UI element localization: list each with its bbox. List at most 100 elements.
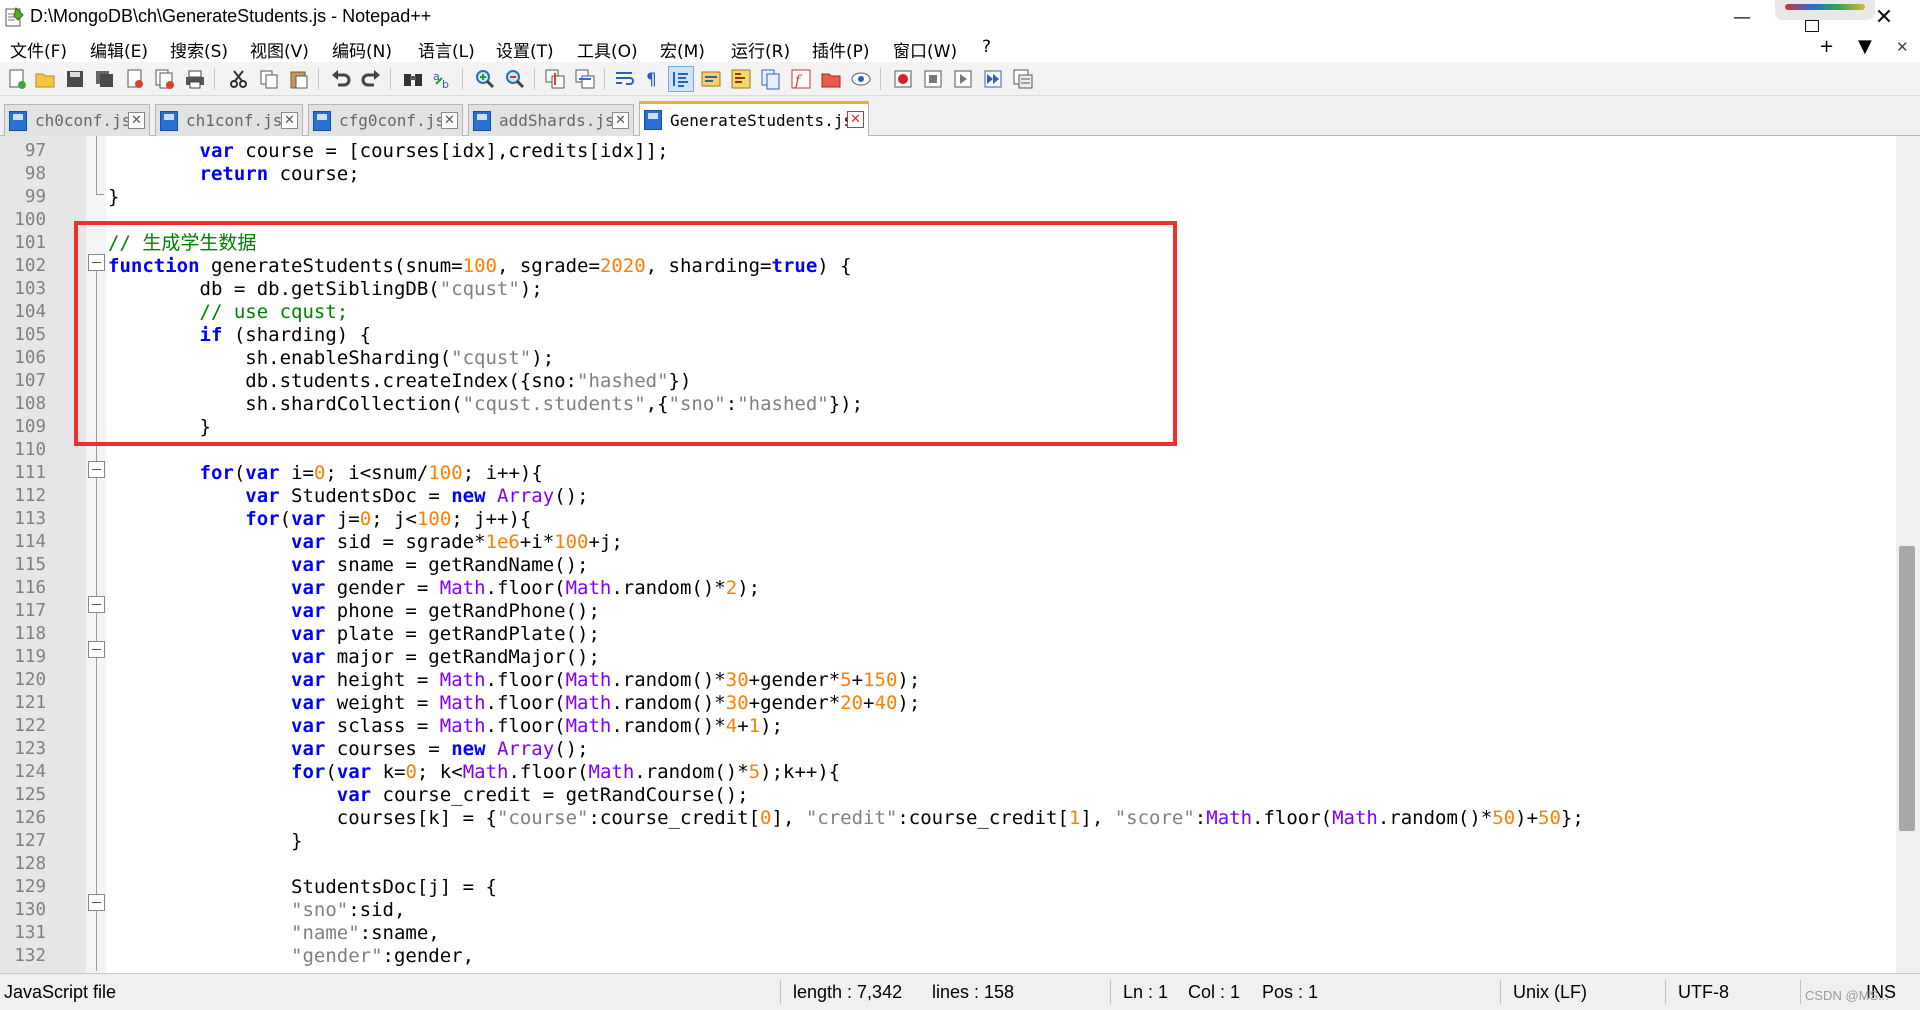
close-window-button[interactable]: ✕ [1855,0,1913,34]
replace-button[interactable]: ab [430,66,456,92]
save-all-button[interactable] [92,66,118,92]
new-tab-button[interactable]: + [1819,36,1834,57]
vertical-scrollbar-thumb[interactable] [1899,546,1915,831]
zoom-out-button[interactable] [502,66,528,92]
code-line: var weight = Math.floor(Math.random()*30… [291,692,921,714]
menu-edit[interactable]: 编辑(E) [90,37,148,62]
line-number: 113 [14,509,46,529]
indent-guide-button[interactable] [668,66,694,92]
folder-workspace-icon [821,73,841,88]
tab-close-icon[interactable]: ✕ [847,111,864,128]
document-list-button[interactable] [758,66,784,92]
close-file-icon [127,69,143,88]
indent-guide-icon [673,72,688,87]
menu-encoding[interactable]: 编码(N) [332,37,392,62]
user-defined-language-button[interactable] [698,66,724,92]
line-number: 127 [14,831,46,851]
macro-stop-button[interactable] [920,66,946,92]
zoom-in-button[interactable] [472,66,498,92]
line-number: 122 [14,716,46,736]
cut-button[interactable] [226,66,252,92]
tab-addshards[interactable]: addShards.js ✕ [468,104,634,136]
menu-help[interactable]: ? [982,37,991,57]
status-encoding[interactable]: UTF-8 [1678,982,1729,1003]
record-icon [894,70,912,88]
tab-close-icon[interactable]: ✕ [441,112,458,129]
sync-horizontal-icon [575,69,595,89]
menu-settings[interactable]: 设置(T) [496,37,554,62]
tab-close-icon[interactable]: ✕ [128,112,145,129]
fold-toggle-course-for[interactable] [88,894,105,911]
word-wrap-icon [616,72,634,85]
saved-file-icon [313,110,331,131]
status-eol[interactable]: Unix (LF) [1513,982,1587,1003]
menu-tools[interactable]: 工具(O) [577,37,638,62]
maximize-icon [1805,20,1819,32]
saved-file-icon [473,110,491,131]
close-document-button[interactable]: ✕ [1896,38,1909,56]
find-button[interactable] [400,66,426,92]
tab-close-icon[interactable]: ✕ [281,112,298,129]
print-button[interactable] [182,66,208,92]
code-line: var course = [courses[idx],credits[idx]]… [199,140,669,162]
show-all-characters-button[interactable]: ¶ [640,66,666,92]
line-number: 102 [14,256,46,276]
macro-run-multiple-button[interactable] [980,66,1006,92]
document-map-icon [731,69,751,89]
tab-ch1conf[interactable]: ch1conf.js ✕ [155,104,303,136]
close-all-button[interactable] [152,66,178,92]
status-file-type: JavaScript file [4,982,117,1002]
monitoring-button[interactable] [848,66,874,92]
redo-button[interactable] [358,66,384,92]
tab-ch0conf[interactable]: ch0conf.js ✕ [4,104,150,136]
close-file-button[interactable] [122,66,148,92]
menu-view[interactable]: 视图(V) [250,37,309,62]
minimize-button[interactable]: — [1713,0,1771,34]
open-file-button[interactable] [32,66,58,92]
line-number: 123 [14,739,46,759]
code-line: } [108,830,303,852]
scissors-icon [230,70,247,88]
fold-toggle-inner-for[interactable] [88,641,105,658]
function-list-button[interactable]: f [788,66,814,92]
word-wrap-button[interactable] [612,66,638,92]
sync-horizontal-button[interactable] [572,66,598,92]
tab-close-icon[interactable]: ✕ [612,112,629,129]
fold-toggle-outer-for[interactable] [88,596,105,613]
line-number: 129 [14,877,46,897]
macro-record-button[interactable] [890,66,916,92]
menu-file[interactable]: 文件(F) [10,37,67,62]
menu-language[interactable]: 语言(L) [418,37,475,62]
folder-as-workspace-button[interactable] [818,66,844,92]
code-line: for(var k=0; k<Math.floor(Math.random()*… [291,761,841,783]
undo-icon [332,70,351,87]
status-length: length : 7,342 [793,982,903,1002]
tab-cfg0conf[interactable]: cfg0conf.js ✕ [308,104,463,136]
new-file-button[interactable] [4,66,30,92]
code-line: var sid = sgrade*1e6+i*100+j; [291,531,623,553]
sync-vertical-button[interactable] [542,66,568,92]
fold-line [96,136,97,194]
redo-icon [361,70,380,87]
menu-window[interactable]: 窗口(W) [893,37,957,62]
menu-macro[interactable]: 宏(M) [660,37,705,62]
undo-button[interactable] [328,66,354,92]
menu-run[interactable]: 运行(R) [731,37,790,62]
maximize-button[interactable] [1783,0,1841,34]
tab-list-dropdown[interactable]: ▼ [1858,36,1872,57]
notepadpp-app-icon [5,7,24,27]
macro-save-button[interactable] [1010,66,1036,92]
code-line: var gender = Math.floor(Math.random()*2)… [291,577,761,599]
macro-play-button[interactable] [950,66,976,92]
eye-icon [851,72,871,86]
menu-plugins[interactable]: 插件(P) [812,37,870,62]
fold-toggle-sharding[interactable] [88,461,105,478]
menu-search[interactable]: 搜索(S) [170,37,228,62]
pilcrow-icon: ¶ [646,70,657,89]
copy-button[interactable] [256,66,282,92]
document-map-button[interactable] [728,66,754,92]
save-button[interactable] [62,66,88,92]
code-editor[interactable]: 97 var course = [courses[idx],credits[id… [0,136,1920,973]
tab-generatestudents[interactable]: GenerateStudents.js ✕ [639,101,869,136]
paste-button[interactable] [286,66,312,92]
